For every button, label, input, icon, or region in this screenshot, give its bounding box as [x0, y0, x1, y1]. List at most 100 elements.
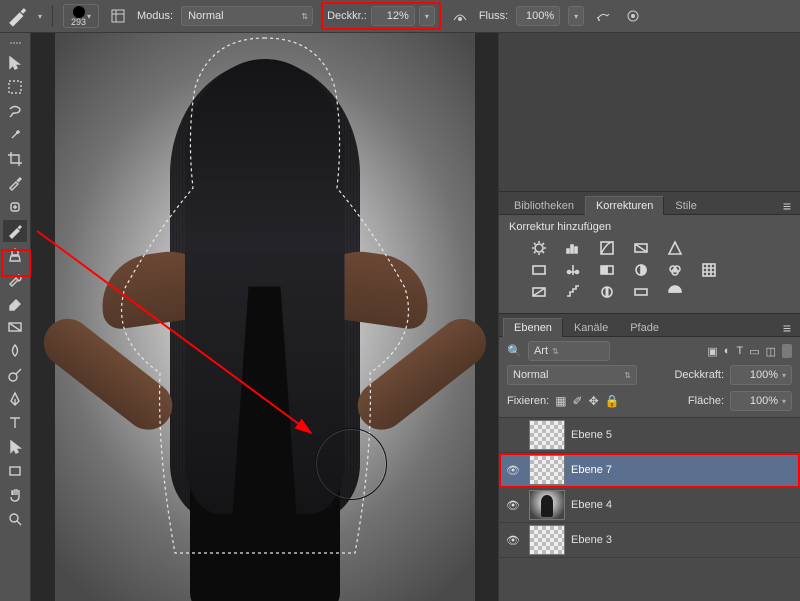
- exposure-icon[interactable]: [631, 239, 651, 257]
- brush-preset-picker[interactable]: 293 ▾: [63, 4, 99, 28]
- filter-shape-icon[interactable]: ▭: [749, 345, 759, 358]
- layer-row[interactable]: 👁 Ebene 4: [499, 488, 800, 523]
- color-lookup-icon[interactable]: [699, 261, 719, 279]
- navigator-panel[interactable]: [499, 33, 800, 192]
- channel-mixer-icon[interactable]: [665, 261, 685, 279]
- pen-tool[interactable]: [3, 388, 27, 410]
- fill-opacity-value: 100%: [750, 395, 778, 407]
- filter-toggle[interactable]: [782, 344, 792, 358]
- levels-icon[interactable]: [563, 239, 583, 257]
- lock-pixels-icon[interactable]: ✐: [573, 394, 583, 408]
- brush-panel-toggle-icon[interactable]: [107, 5, 129, 27]
- layer-thumbnail[interactable]: [529, 490, 565, 520]
- layer-name[interactable]: Ebene 3: [571, 534, 796, 546]
- layers-panel: 🔍 Art ⇅ ▣ ◐ T ▭ ◫ Normal: [499, 337, 800, 601]
- black-white-icon[interactable]: [597, 261, 617, 279]
- gradient-map-icon[interactable]: [631, 283, 651, 301]
- panel-grip[interactable]: [0, 39, 30, 47]
- move-tool[interactable]: [3, 52, 27, 74]
- flow-value: 100%: [526, 10, 554, 22]
- posterize-icon[interactable]: [563, 283, 583, 301]
- document-canvas[interactable]: [55, 33, 475, 601]
- zoom-tool[interactable]: [3, 508, 27, 530]
- airbrush-icon[interactable]: [592, 5, 614, 27]
- lock-transparency-icon[interactable]: ▦: [555, 394, 566, 408]
- chevron-down-icon: ▾: [782, 397, 786, 406]
- pressure-size-icon[interactable]: [622, 5, 644, 27]
- pressure-opacity-icon[interactable]: [449, 5, 471, 27]
- layer-row[interactable]: Ebene 5: [499, 418, 800, 453]
- tab-libraries[interactable]: Bibliotheken: [503, 196, 585, 215]
- eraser-tool[interactable]: [3, 292, 27, 314]
- filter-smart-icon[interactable]: ◫: [766, 345, 776, 358]
- clone-stamp-tool[interactable]: [3, 244, 27, 266]
- canvas-area[interactable]: [31, 33, 498, 601]
- path-selection-tool[interactable]: [3, 436, 27, 458]
- magic-wand-tool[interactable]: [3, 124, 27, 146]
- vibrance-icon[interactable]: [665, 239, 685, 257]
- visibility-toggle-icon[interactable]: 👁: [503, 534, 523, 547]
- flow-dropdown-button[interactable]: ▾: [568, 6, 584, 26]
- filter-image-icon[interactable]: ▣: [707, 345, 717, 358]
- layer-thumbnail[interactable]: [529, 455, 565, 485]
- lock-all-icon[interactable]: 🔒: [605, 394, 620, 408]
- eyedropper-tool[interactable]: [3, 172, 27, 194]
- layer-name[interactable]: Ebene 4: [571, 499, 796, 511]
- layer-filter-dropdown[interactable]: Art ⇅: [528, 341, 610, 361]
- tab-paths[interactable]: Pfade: [619, 318, 670, 337]
- fill-opacity-label: Fläche:: [688, 395, 724, 407]
- gradient-tool[interactable]: [3, 316, 27, 338]
- fill-opacity-field[interactable]: 100% ▾: [730, 391, 792, 411]
- layer-blend-dropdown[interactable]: Normal ⇅: [507, 365, 637, 385]
- opacity-dropdown-button[interactable]: ▾: [419, 6, 435, 26]
- dodge-tool[interactable]: [3, 364, 27, 386]
- tool-preset-chevron-icon[interactable]: ▾: [38, 12, 42, 21]
- layer-blend-value: Normal: [513, 369, 548, 381]
- options-bar: ▾ 293 ▾ Modus: Normal ⇅ Deckkr.: 12% ▾ F…: [0, 0, 800, 33]
- color-balance-icon[interactable]: [563, 261, 583, 279]
- brush-tool[interactable]: [3, 220, 27, 242]
- tab-adjustments[interactable]: Korrekturen: [585, 196, 664, 215]
- panel-menu-icon[interactable]: ≡: [778, 320, 796, 336]
- history-brush-tool[interactable]: [3, 268, 27, 290]
- tab-channels[interactable]: Kanäle: [563, 318, 619, 337]
- visibility-toggle-icon[interactable]: 👁: [503, 464, 523, 477]
- chevron-down-icon: ▾: [87, 12, 91, 21]
- hue-saturation-icon[interactable]: [529, 261, 549, 279]
- filter-type-icon[interactable]: T: [736, 345, 743, 357]
- invert-icon[interactable]: [529, 283, 549, 301]
- layers-panel-tabs: Ebenen Kanäle Pfade ≡: [499, 314, 800, 337]
- curves-icon[interactable]: [597, 239, 617, 257]
- tab-layers[interactable]: Ebenen: [503, 318, 563, 337]
- layer-name[interactable]: Ebene 5: [571, 429, 796, 441]
- rectangle-tool[interactable]: [3, 460, 27, 482]
- layer-row[interactable]: 👁 Ebene 7: [499, 453, 800, 488]
- type-tool[interactable]: [3, 412, 27, 434]
- opacity-field[interactable]: 12%: [371, 6, 415, 26]
- layer-thumbnail[interactable]: [529, 525, 565, 555]
- layer-thumbnail[interactable]: [529, 420, 565, 450]
- hand-tool[interactable]: [3, 484, 27, 506]
- visibility-toggle-icon[interactable]: 👁: [503, 499, 523, 512]
- selective-color-icon[interactable]: [665, 283, 685, 301]
- panel-menu-icon[interactable]: ≡: [778, 198, 796, 214]
- layer-name[interactable]: Ebene 7: [571, 464, 796, 476]
- healing-brush-tool[interactable]: [3, 196, 27, 218]
- search-icon[interactable]: 🔍: [507, 344, 522, 358]
- threshold-icon[interactable]: [597, 283, 617, 301]
- workspace: 2): [0, 33, 800, 601]
- blur-tool[interactable]: [3, 340, 27, 362]
- crop-tool[interactable]: [3, 148, 27, 170]
- tab-styles[interactable]: Stile: [664, 196, 707, 215]
- layer-opacity-field[interactable]: 100% ▾: [730, 365, 792, 385]
- filter-adjust-icon[interactable]: ◐: [724, 345, 731, 357]
- lock-position-icon[interactable]: ✥: [589, 394, 599, 408]
- layer-row[interactable]: 👁 Ebene 3: [499, 523, 800, 558]
- blend-mode-value: Normal: [188, 10, 223, 22]
- photo-filter-icon[interactable]: [631, 261, 651, 279]
- marquee-tool[interactable]: [3, 76, 27, 98]
- blend-mode-dropdown[interactable]: Normal ⇅: [181, 6, 313, 26]
- flow-field[interactable]: 100%: [516, 6, 560, 26]
- brightness-contrast-icon[interactable]: [529, 239, 549, 257]
- lasso-tool[interactable]: [3, 100, 27, 122]
